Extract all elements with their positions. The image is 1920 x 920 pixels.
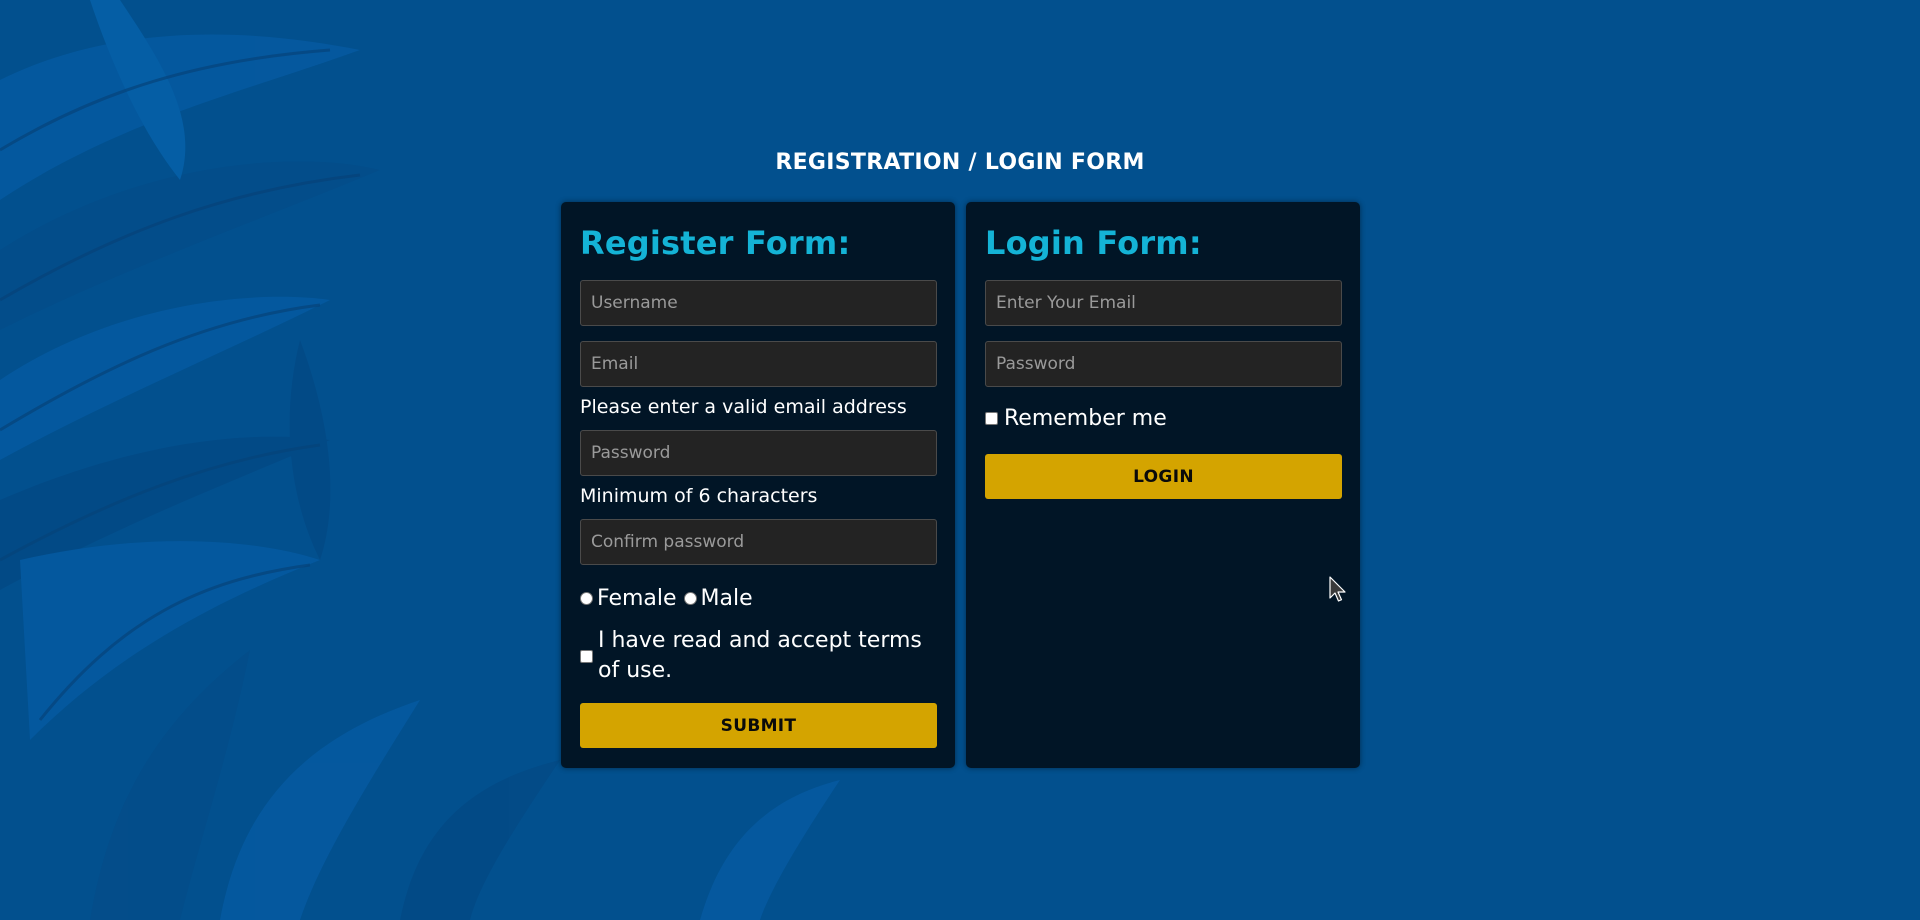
remember-me-checkbox[interactable] xyxy=(985,412,998,425)
register-username-input[interactable] xyxy=(580,280,937,326)
login-password-input[interactable] xyxy=(985,341,1342,387)
register-panel: Register Form: Please enter a valid emai… xyxy=(561,202,955,768)
page-title: REGISTRATION / LOGIN FORM xyxy=(775,150,1145,175)
remember-me-label[interactable]: Remember me xyxy=(1004,406,1167,431)
terms-checkbox[interactable] xyxy=(580,649,593,663)
email-hint: Please enter a valid email address xyxy=(580,396,907,418)
male-radio[interactable] xyxy=(683,592,697,605)
login-button[interactable]: LOGIN xyxy=(985,454,1342,499)
female-radio[interactable] xyxy=(580,592,593,605)
terms-row: I have read and accept terms of use. xyxy=(580,626,937,686)
male-radio-label[interactable]: Male xyxy=(701,586,753,611)
register-email-input[interactable] xyxy=(580,341,937,387)
register-password-input[interactable] xyxy=(580,430,937,476)
login-heading: Login Form: xyxy=(985,224,1202,262)
register-heading: Register Form: xyxy=(580,224,851,262)
login-email-input[interactable] xyxy=(985,280,1342,326)
gender-radio-group: Female Male xyxy=(580,586,760,611)
password-hint: Minimum of 6 characters xyxy=(580,485,818,507)
register-confirm-password-input[interactable] xyxy=(580,519,937,565)
submit-button[interactable]: SUBMIT xyxy=(580,703,937,748)
leaf-background xyxy=(0,0,1920,920)
mouse-pointer-icon xyxy=(1329,576,1346,602)
terms-label[interactable]: I have read and accept terms of use. xyxy=(598,626,937,686)
female-radio-label[interactable]: Female xyxy=(597,586,677,611)
login-panel: Login Form: Remember me LOGIN xyxy=(966,202,1360,768)
remember-me-row: Remember me xyxy=(985,406,1167,431)
